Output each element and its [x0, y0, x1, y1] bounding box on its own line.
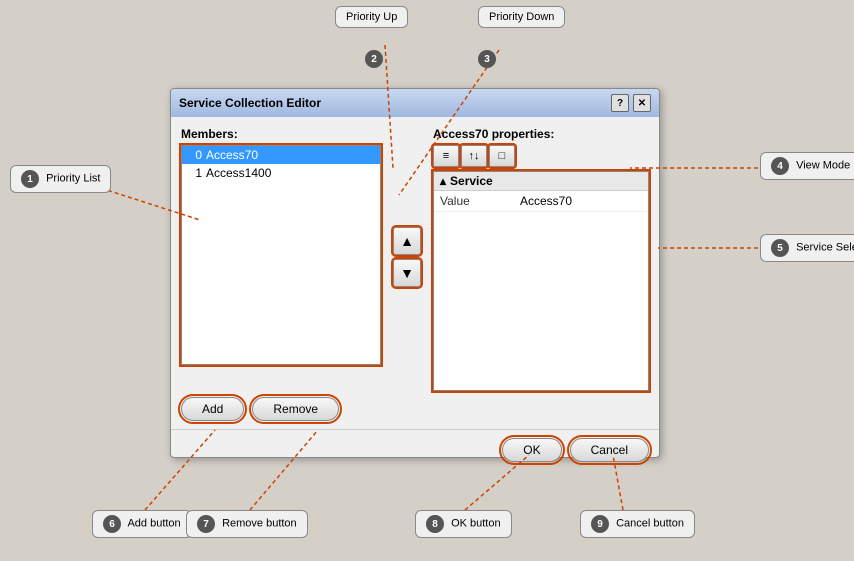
member-item-0[interactable]: 0 Access70: [182, 146, 380, 164]
priority-down-button[interactable]: ▼: [393, 259, 421, 287]
ok-button[interactable]: OK: [502, 438, 561, 462]
members-label: Members:: [181, 127, 381, 141]
prop-value-access70: Access70: [520, 194, 572, 208]
service-collection-editor-dialog: Service Collection Editor ? ✕ Members: 0…: [170, 88, 660, 458]
view-toolbar: ≡ ↑↓ □: [433, 145, 649, 167]
annotation-priority-list: 1 Priority List: [10, 165, 111, 193]
annotation-cancel-button: 9 Cancel button: [580, 510, 695, 538]
annotation-number-9: 9: [591, 515, 609, 533]
close-button[interactable]: ✕: [633, 94, 651, 112]
collapse-icon: ▴: [440, 174, 446, 188]
member-item-1[interactable]: 1 Access1400: [182, 164, 380, 182]
member-name-1: Access1400: [206, 166, 271, 180]
view-button-grid[interactable]: □: [489, 145, 515, 167]
annotation-number-1: 1: [21, 170, 39, 188]
view-button-list[interactable]: ≡: [433, 145, 459, 167]
dialog-titlebar: Service Collection Editor ? ✕: [171, 89, 659, 117]
prop-row-value: Value Access70: [434, 191, 648, 212]
annotation-priority-up: Priority Up: [335, 6, 408, 28]
help-button[interactable]: ?: [611, 94, 629, 112]
add-button[interactable]: Add: [181, 397, 244, 421]
annotation-number-7: 7: [197, 515, 215, 533]
prop-section-service: ▴ Service: [434, 172, 648, 191]
annotation-priority-down: Priority Down: [478, 6, 565, 28]
cancel-button[interactable]: Cancel: [570, 438, 649, 462]
view-button-sort[interactable]: ↑↓: [461, 145, 487, 167]
annotation-number-8: 8: [426, 515, 444, 533]
annotation-number-5: 5: [771, 239, 789, 257]
properties-label: Access70 properties:: [433, 127, 649, 141]
priority-up-button[interactable]: ▲: [393, 227, 421, 255]
member-index-1: 1: [186, 166, 202, 180]
annotation-service-selector: 5 Service Selector: [760, 234, 854, 262]
dialog-action-buttons: OK Cancel: [171, 429, 659, 470]
remove-button[interactable]: Remove: [252, 397, 339, 421]
annotation-view-mode: 4 View Mode: [760, 152, 854, 180]
properties-panel: Access70 properties: ≡ ↑↓ □ ▴ Service Va…: [433, 127, 649, 387]
titlebar-buttons: ? ✕: [611, 94, 651, 112]
dialog-title: Service Collection Editor: [179, 96, 321, 110]
members-panel: Members: 0 Access70 1 Access1400: [181, 127, 381, 387]
properties-list[interactable]: ▴ Service Value Access70: [433, 171, 649, 391]
section-label: Service: [450, 174, 493, 188]
annotation-remove-button: 7 Remove button: [186, 510, 308, 538]
annotation-number-6: 6: [103, 515, 121, 533]
member-index-0: 0: [186, 148, 202, 162]
annotation-dot-3: 3: [478, 50, 496, 68]
priority-buttons-panel: ▲ ▼: [389, 127, 425, 387]
member-action-buttons: Add Remove: [171, 397, 659, 429]
annotation-add-button: 6 Add button: [92, 510, 192, 538]
annotation-number-4: 4: [771, 157, 789, 175]
prop-name-value: Value: [440, 194, 520, 208]
annotation-dot-2: 2: [365, 50, 383, 68]
member-name-0: Access70: [206, 148, 258, 162]
members-list[interactable]: 0 Access70 1 Access1400: [181, 145, 381, 365]
annotation-ok-button: 8 OK button: [415, 510, 512, 538]
